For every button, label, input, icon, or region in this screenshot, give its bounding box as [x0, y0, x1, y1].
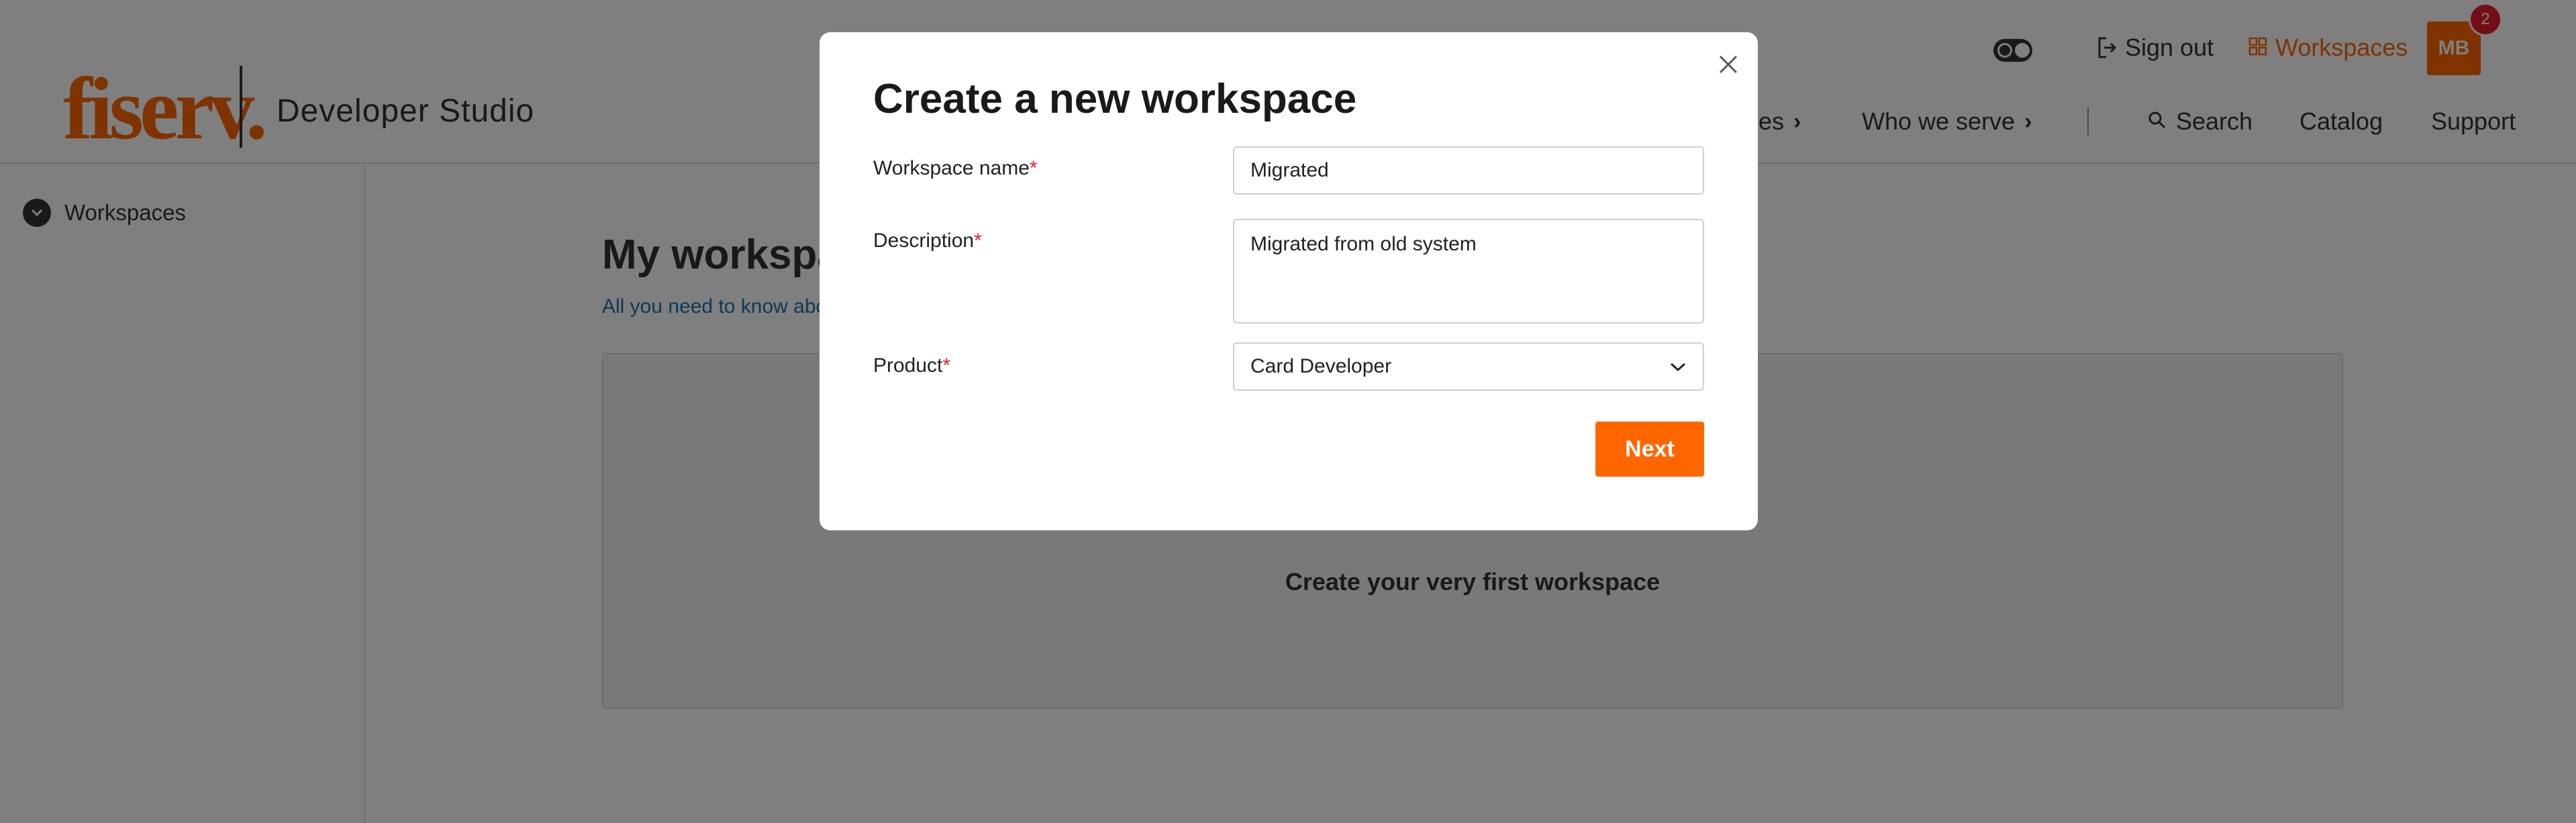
chevron-down-icon: [1669, 355, 1687, 378]
product-label: Product*: [873, 354, 950, 377]
description-label-text: Description: [873, 230, 975, 252]
description-label: Description*: [873, 230, 982, 252]
dialog-title: Create a new workspace: [873, 76, 1357, 122]
description-textarea[interactable]: Migrated from old system: [1233, 219, 1704, 324]
create-workspace-dialog: Create a new workspace Workspace name* D…: [820, 32, 1758, 530]
product-label-text: Product: [873, 354, 943, 377]
product-selected-value: Card Developer: [1250, 355, 1392, 377]
workspace-name-input[interactable]: [1233, 146, 1704, 195]
required-marker: *: [974, 230, 982, 252]
required-marker: *: [1029, 157, 1038, 179]
close-icon[interactable]: [1712, 48, 1744, 81]
next-button[interactable]: Next: [1595, 422, 1704, 477]
workspace-name-label-text: Workspace name: [873, 157, 1030, 179]
product-select[interactable]: Card Developer: [1233, 342, 1704, 391]
workspace-name-label: Workspace name*: [873, 157, 1038, 180]
required-marker: *: [942, 354, 951, 377]
